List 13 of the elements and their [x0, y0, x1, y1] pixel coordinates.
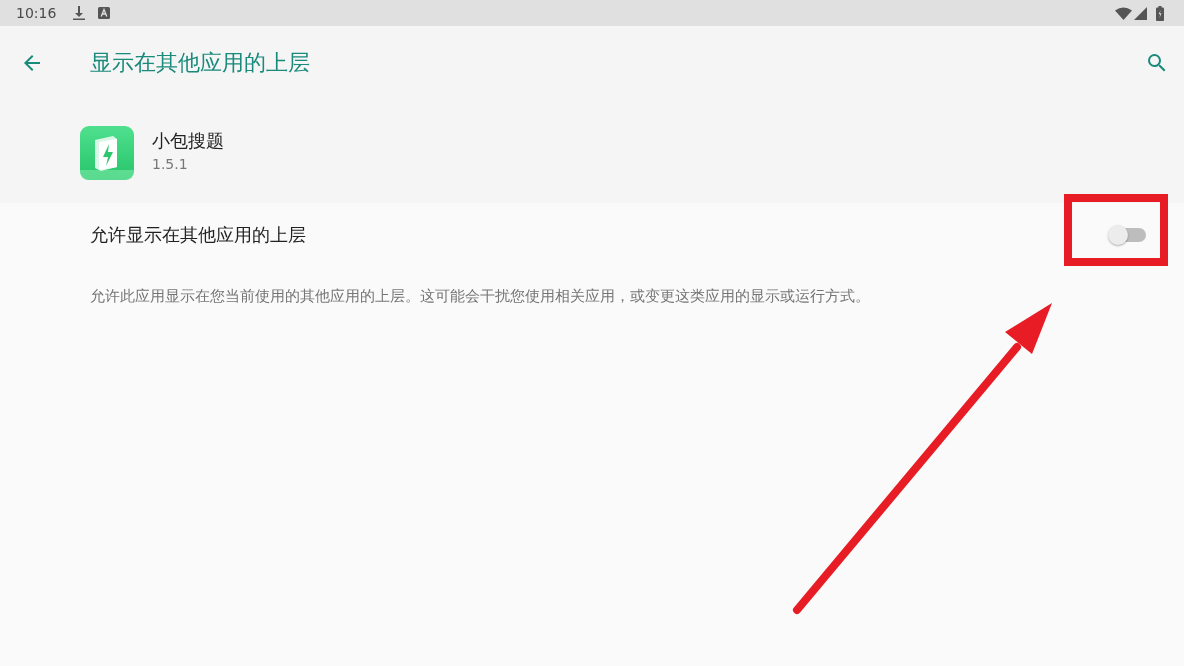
app-version: 1.5.1 — [152, 154, 189, 173]
battery-charging-icon — [1156, 5, 1164, 21]
status-time: 10:16 — [16, 4, 57, 22]
letter-tile-icon — [98, 7, 111, 19]
toggle-switch[interactable] — [1108, 224, 1146, 246]
app-icon — [80, 125, 134, 180]
signal-icon — [1134, 6, 1147, 20]
wifi-icon — [1115, 6, 1132, 20]
setting-description: 允许此应用显示在您当前使用的其他应用的上层。这可能会干扰您使用相关应用，或变更这类应用的显示或运行方式。 — [90, 286, 870, 306]
setting-label: 允许显示在其他应用的上层 — [90, 224, 306, 247]
app-name: 小包搜题 — [152, 129, 224, 153]
download-icon — [72, 6, 87, 20]
page-title: 显示在其他应用的上层 — [90, 49, 310, 77]
